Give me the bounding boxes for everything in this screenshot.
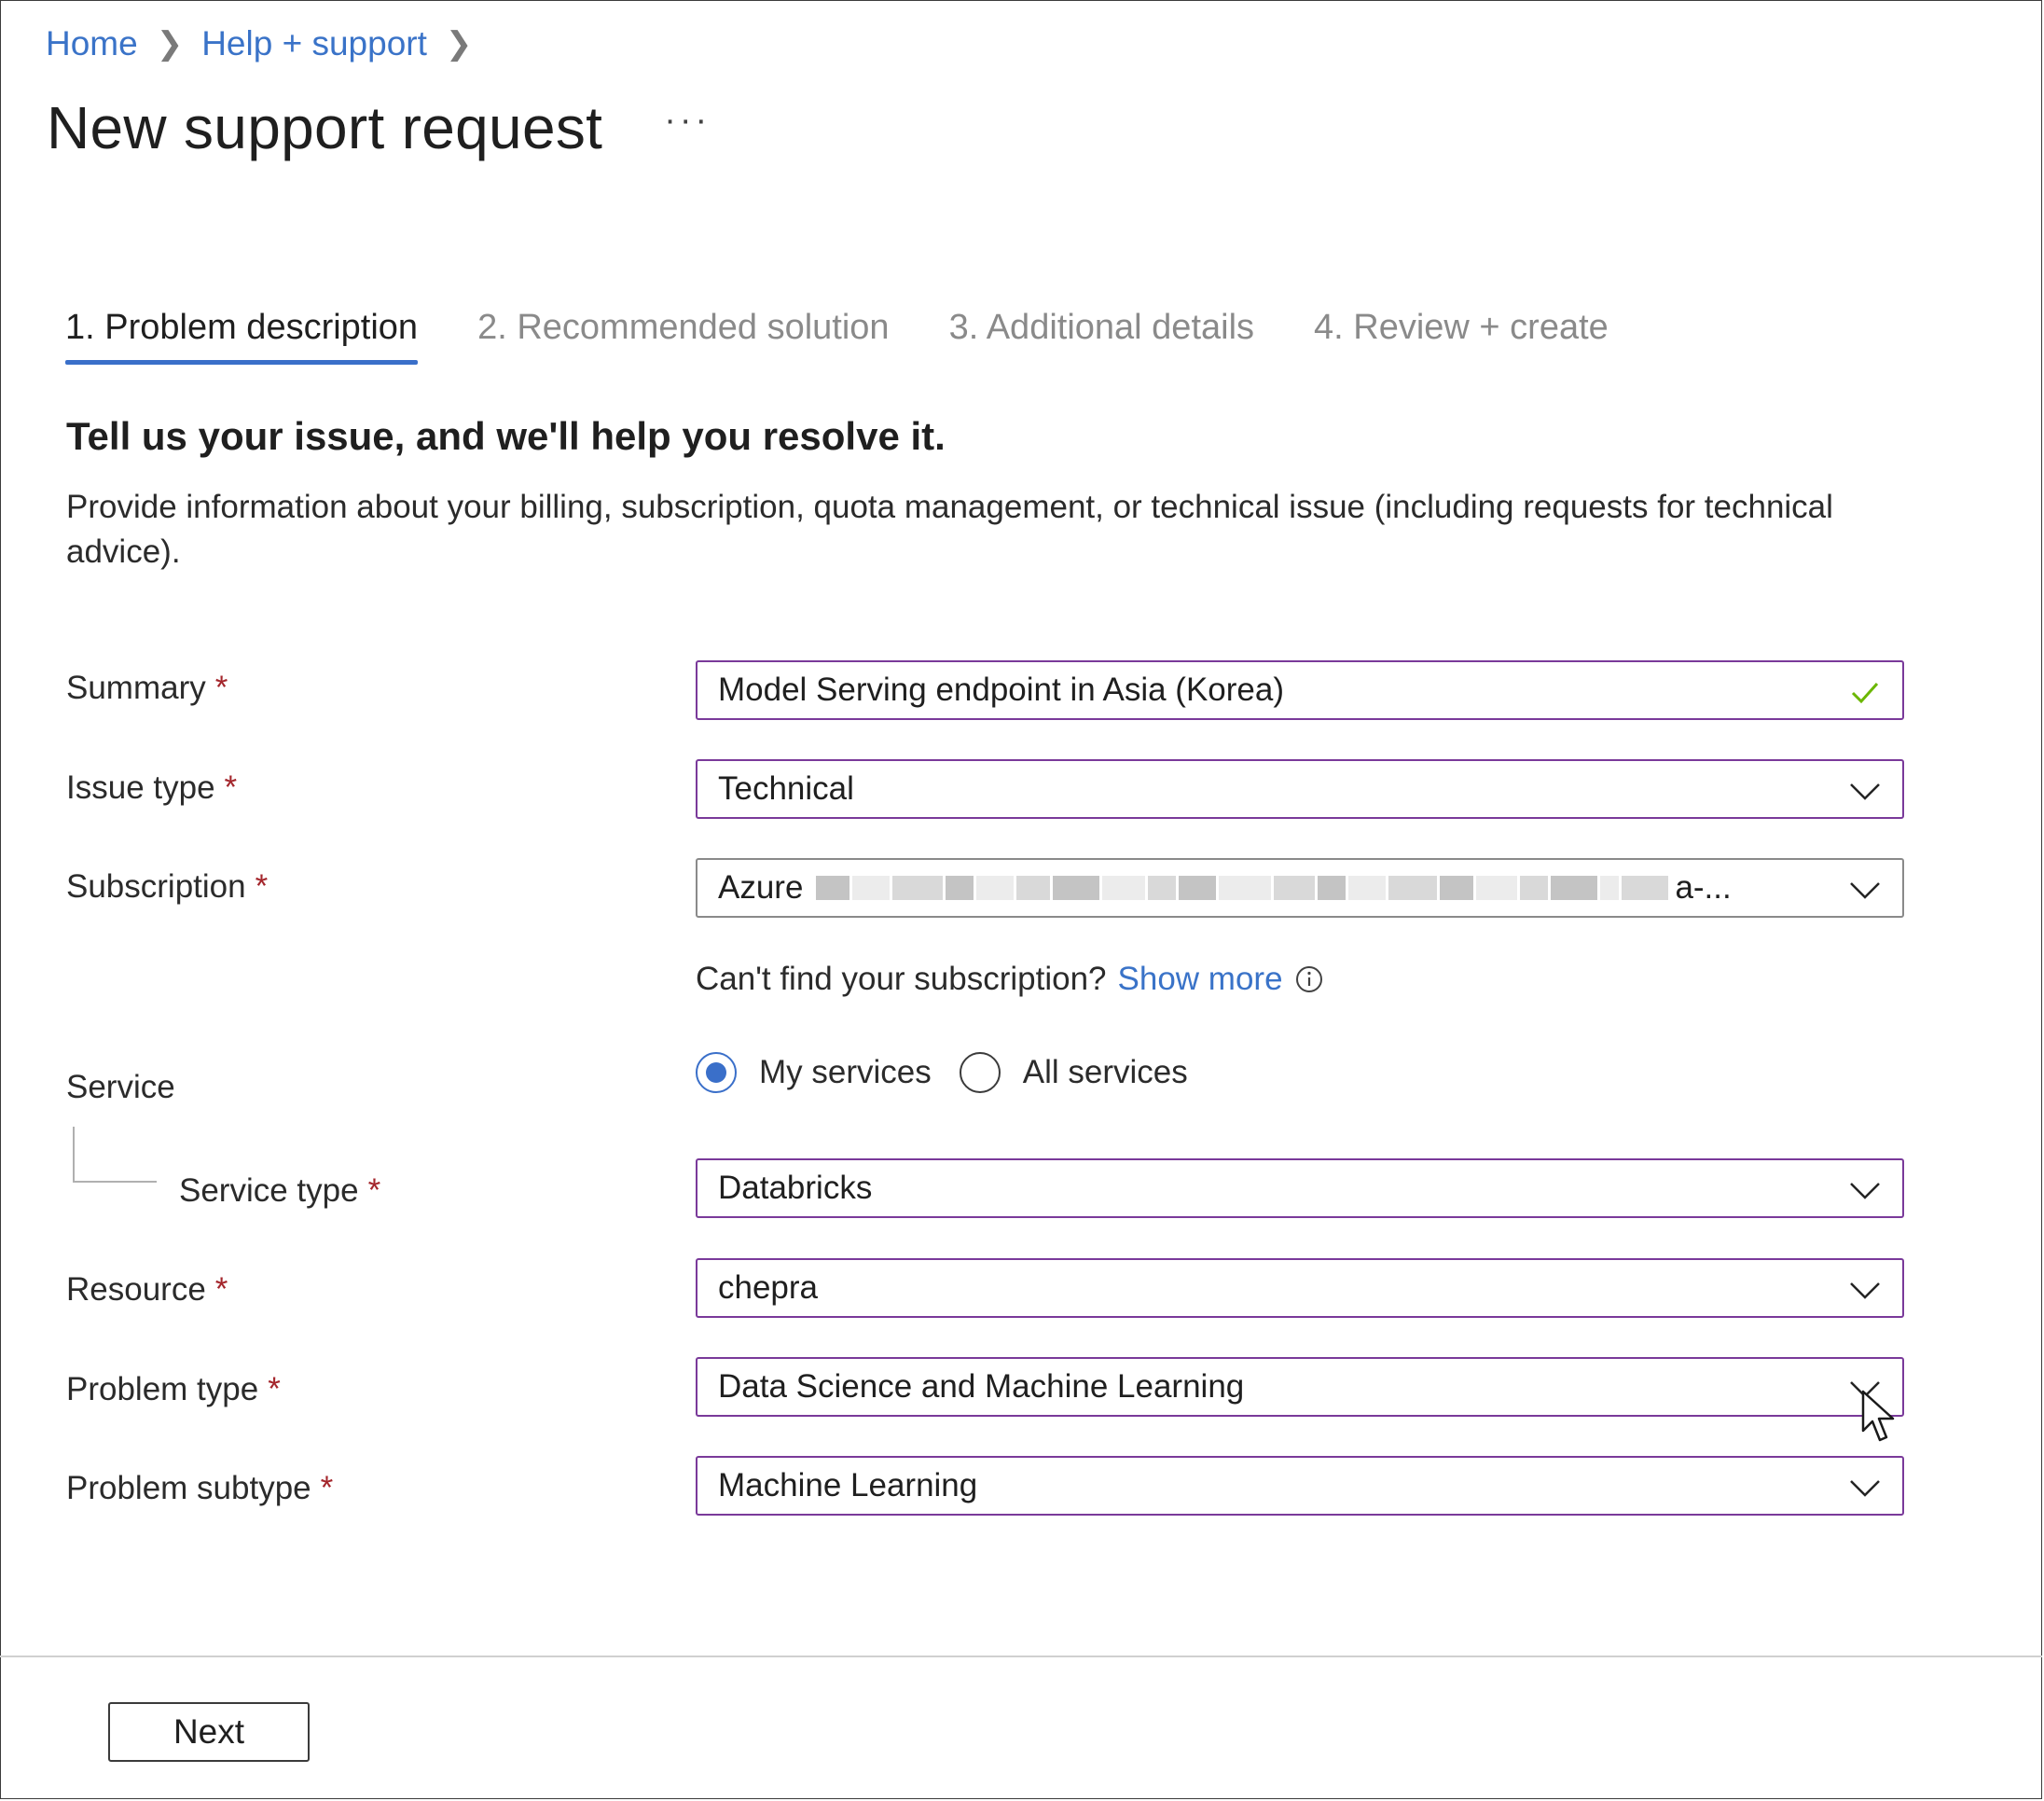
required-marker: * <box>268 1371 281 1407</box>
service-type-dropdown[interactable]: Databricks <box>696 1158 1904 1218</box>
mouse-cursor-icon <box>1861 1390 1895 1442</box>
info-icon[interactable] <box>1294 964 1324 994</box>
footer-divider <box>0 1656 2042 1657</box>
chevron-down-icon <box>1850 1282 1880 1299</box>
section-heading: Tell us your issue, and we'll help you r… <box>66 414 946 458</box>
my-services-label[interactable]: My services <box>759 1054 932 1091</box>
chevron-down-icon <box>1850 1183 1880 1199</box>
summary-input[interactable]: Model Serving endpoint in Asia (Korea) <box>696 660 1904 720</box>
problem-subtype-dropdown[interactable]: Machine Learning <box>696 1456 1904 1516</box>
checkmark-icon <box>1851 682 1879 704</box>
required-marker: * <box>367 1172 381 1209</box>
problem-subtype-label: Problem subtype * <box>66 1470 334 1506</box>
resource-label: Resource * <box>66 1271 228 1308</box>
required-marker: * <box>214 670 228 706</box>
issue-type-label: Issue type * <box>66 769 238 806</box>
all-services-radio[interactable] <box>959 1052 1001 1093</box>
required-marker: * <box>255 868 269 905</box>
my-services-radio[interactable] <box>696 1052 737 1093</box>
show-more-link[interactable]: Show more <box>1118 961 1283 998</box>
required-marker: * <box>224 769 238 806</box>
all-services-label[interactable]: All services <box>1023 1054 1188 1091</box>
chevron-down-icon <box>1850 882 1880 899</box>
service-radio-group: My services All services <box>696 1052 1216 1093</box>
problem-type-label: Problem type * <box>66 1371 281 1407</box>
problem-type-dropdown[interactable]: Data Science and Machine Learning <box>696 1357 1904 1417</box>
chevron-down-icon <box>1850 1480 1880 1497</box>
chevron-right-icon: ❯ <box>445 26 473 62</box>
summary-label: Summary * <box>66 670 228 706</box>
subscription-hint: Can't find your subscription? Show more <box>696 961 1324 998</box>
wizard-tabs: 1. Problem description 2. Recommended so… <box>65 308 1668 365</box>
page-title: New support request <box>47 94 603 161</box>
issue-type-dropdown[interactable]: Technical <box>696 759 1904 819</box>
subscription-dropdown[interactable]: Azure a-... <box>696 858 1904 918</box>
breadcrumb-help-support-link[interactable]: Help + support <box>201 24 427 63</box>
tab-problem-description[interactable]: 1. Problem description <box>65 308 419 365</box>
title-row: New support request ··· <box>47 93 711 162</box>
tree-connector <box>73 1127 157 1183</box>
required-marker: * <box>320 1470 334 1506</box>
required-marker: * <box>214 1271 228 1308</box>
breadcrumb: Home ❯ Help + support ❯ <box>46 24 490 63</box>
chevron-down-icon <box>1850 783 1880 800</box>
resource-dropdown[interactable]: chepra <box>696 1258 1904 1318</box>
more-options-icon[interactable]: ··· <box>664 101 711 141</box>
tab-review-create[interactable]: 4. Review + create <box>1314 308 1609 365</box>
chevron-right-icon: ❯ <box>156 26 184 62</box>
tab-additional-details[interactable]: 3. Additional details <box>949 308 1254 365</box>
service-type-label: Service type * <box>179 1172 381 1209</box>
tab-recommended-solution[interactable]: 2. Recommended solution <box>477 308 889 365</box>
section-description: Provide information about your billing, … <box>66 489 1833 570</box>
breadcrumb-home-link[interactable]: Home <box>46 24 138 63</box>
next-button[interactable]: Next <box>108 1702 310 1762</box>
subscription-label: Subscription * <box>66 868 269 905</box>
redacted-text <box>816 875 1671 901</box>
service-label: Service <box>66 1069 175 1105</box>
